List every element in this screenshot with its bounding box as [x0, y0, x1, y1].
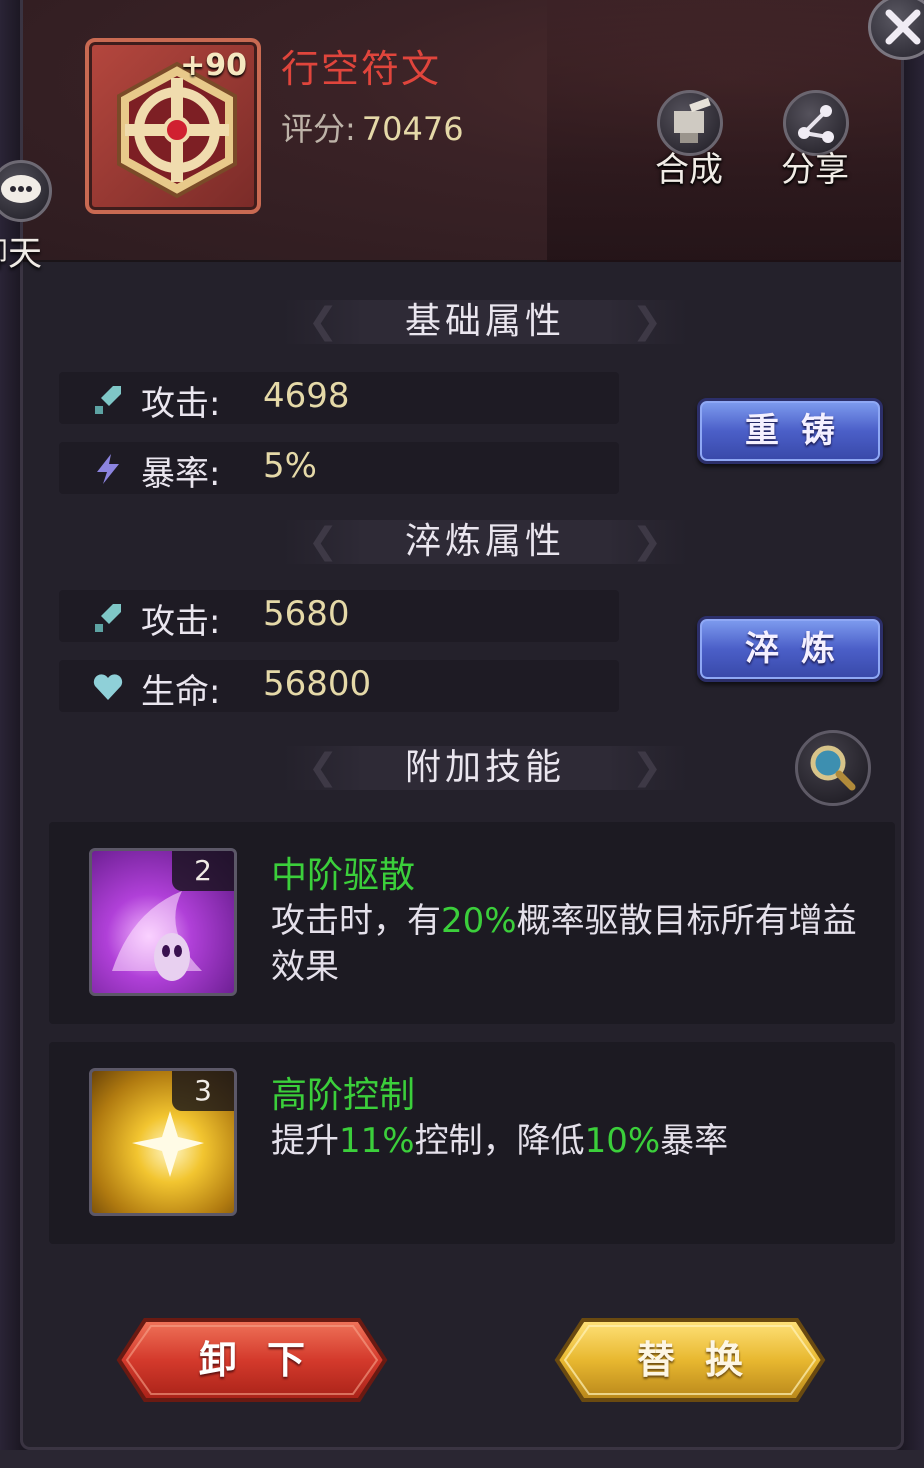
unload-button[interactable]: 卸下 [115, 1316, 389, 1404]
bottom-edge [0, 1450, 924, 1468]
replace-button[interactable]: 替换 [553, 1316, 827, 1404]
skill-icon-control[interactable]: 3 [89, 1068, 237, 1216]
score-label: 评分: [281, 110, 356, 148]
skill-card: 3 高阶控制 提升11%控制，降低10%暴率 [49, 1042, 895, 1244]
skill-name: 中阶驱散 [271, 855, 416, 896]
item-level-badge: +90 [180, 48, 247, 83]
lightning-icon [97, 454, 119, 484]
chat-label: 聊天 [0, 234, 42, 274]
skill-level-badge: 3 [172, 1071, 234, 1111]
chat-bubble-icon [0, 160, 52, 222]
stat-row-hp: 生命: 56800 [59, 660, 619, 712]
reforge-button[interactable]: 重铸 [697, 398, 883, 464]
item-icon-frame[interactable]: +90 [85, 38, 261, 214]
refine-attributes-title: ❮ ❯ 淬炼属性 [283, 514, 687, 570]
share-button[interactable]: 分享 [769, 90, 861, 190]
magnifier-button[interactable] [795, 730, 871, 806]
stat-row-attack: 攻击: 4698 [59, 372, 619, 424]
item-detail-panel: +90 行空符文 评分: 70476 合成 分享 ❮ ❯ 基础属性 攻击: 469… [20, 0, 904, 1450]
additional-skills-title: ❮ ❯ 附加技能 [283, 740, 687, 796]
stat-row-attack: 攻击: 5680 [59, 590, 619, 642]
combine-button[interactable]: 合成 [643, 90, 735, 190]
close-button[interactable] [868, 0, 924, 60]
item-header: +90 行空符文 评分: 70476 合成 分享 [23, 0, 901, 262]
skill-description: 提升11%控制，降低10%暴率 [271, 1121, 729, 1161]
skill-description: 攻击时，有20%概率驱散目标所有增益效果 [271, 901, 857, 987]
close-icon [885, 9, 921, 45]
base-attributes-title: ❮ ❯ 基础属性 [283, 294, 687, 350]
heart-icon [93, 674, 123, 700]
chat-button[interactable]: 聊天 [0, 160, 64, 274]
attack-icon [95, 386, 121, 414]
stat-row-crit: 暴率: 5% [59, 442, 619, 494]
share-label: 分享 [781, 150, 849, 190]
refine-button[interactable]: 淬炼 [697, 616, 883, 682]
attack-icon [95, 604, 121, 632]
skill-name: 高阶控制 [271, 1075, 416, 1116]
combine-label: 合成 [655, 150, 723, 190]
magnifier-icon [810, 745, 856, 791]
item-name: 行空符文 [281, 47, 442, 91]
score-value: 70476 [361, 110, 464, 148]
item-score: 评分: 70476 [281, 104, 464, 150]
skill-level-badge: 2 [172, 851, 234, 891]
skill-card: 2 中阶驱散 攻击时，有20%概率驱散目标所有增益效果 [49, 822, 895, 1024]
skill-icon-dispel[interactable]: 2 [89, 848, 237, 996]
